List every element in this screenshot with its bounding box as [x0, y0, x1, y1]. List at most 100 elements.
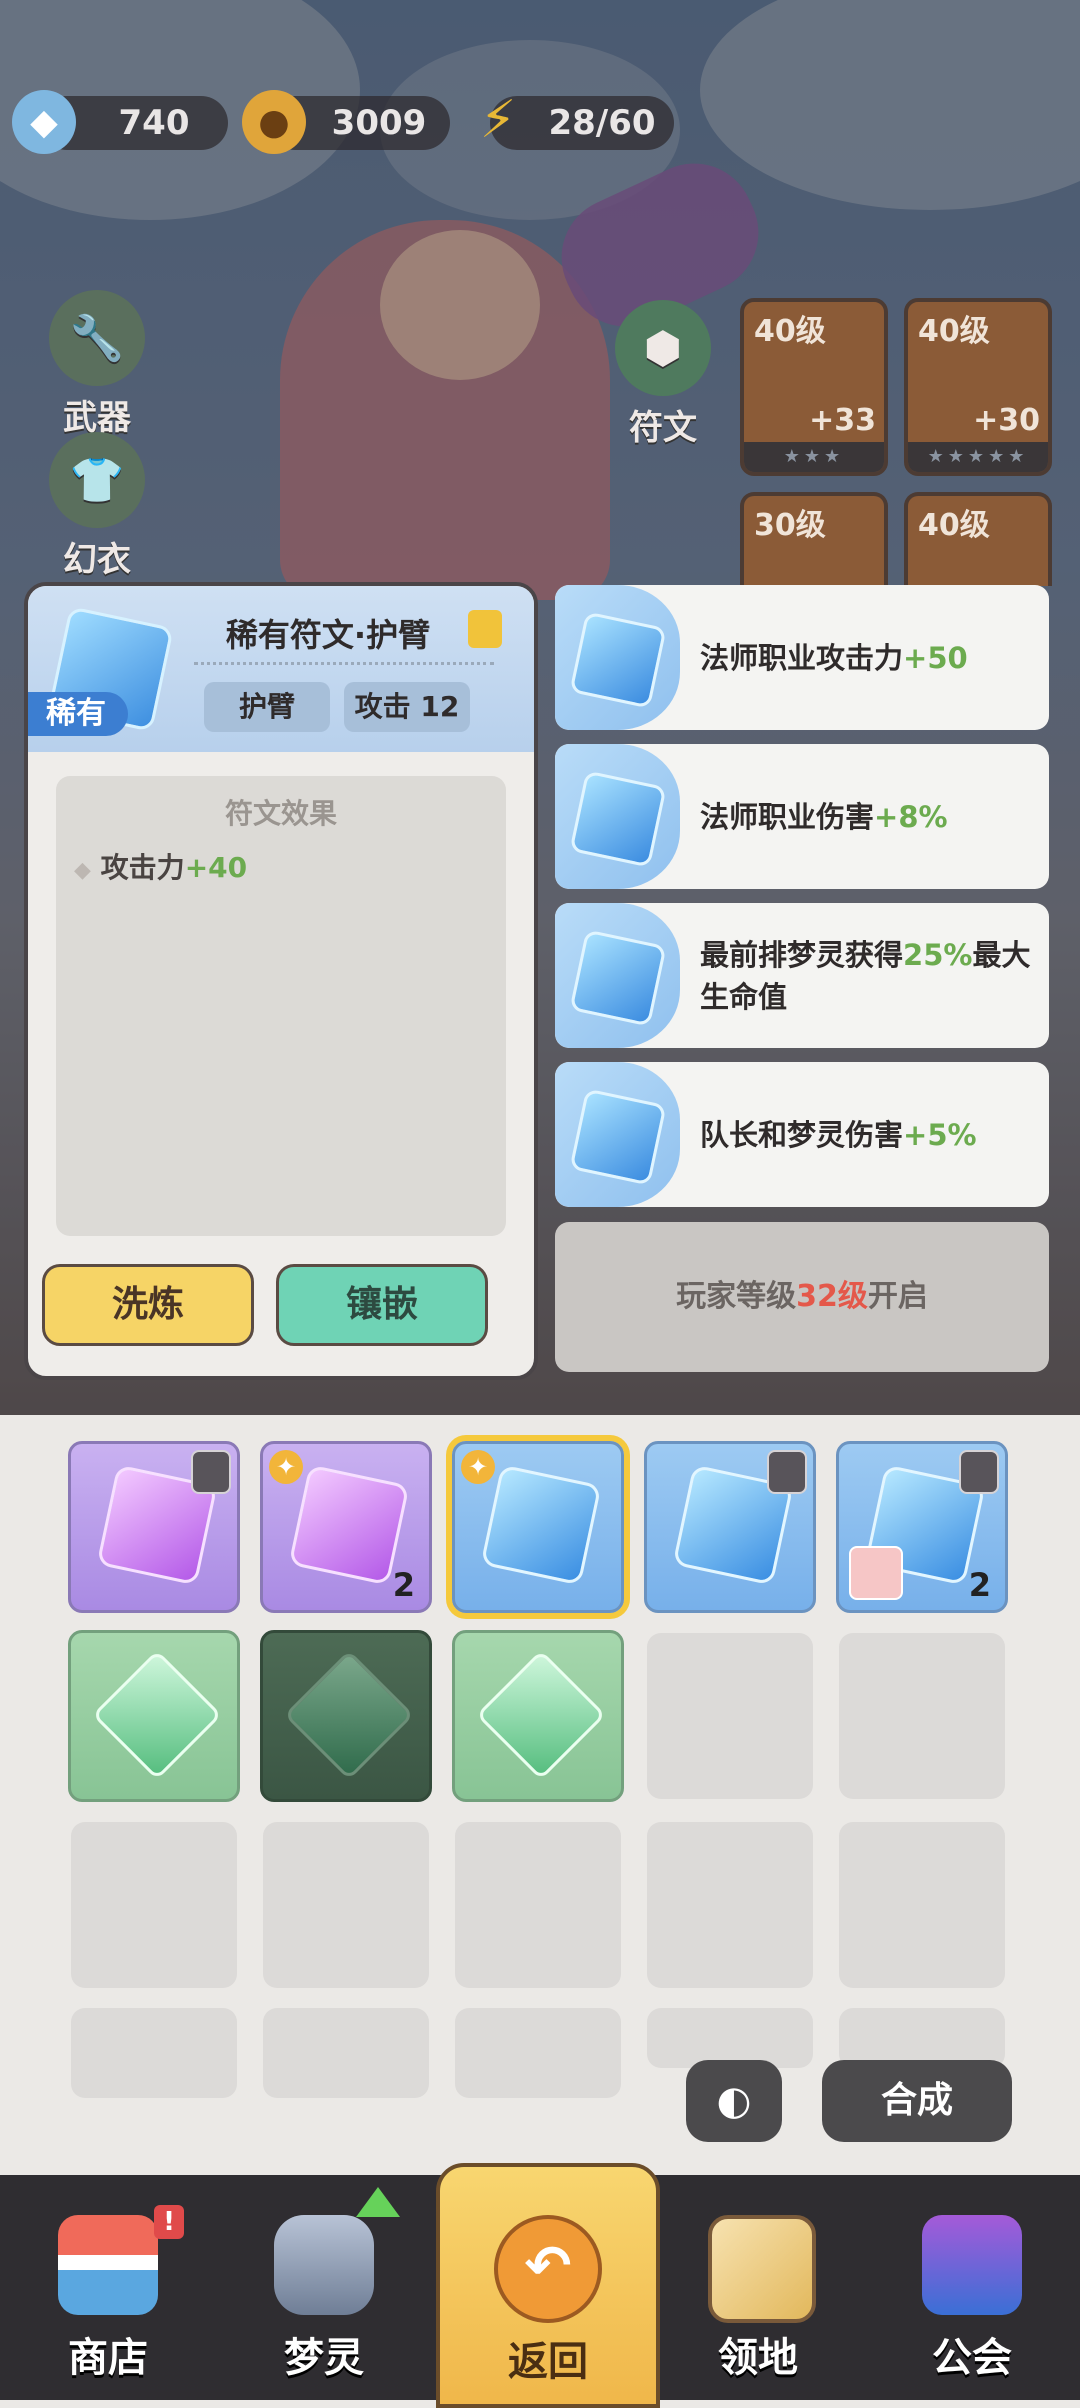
- equipment-level: 40级: [918, 508, 990, 543]
- empty-inventory-slot: [263, 2008, 429, 2098]
- empty-inventory-slot: [71, 1822, 237, 1988]
- inlay-button[interactable]: 镶嵌: [276, 1264, 488, 1346]
- nav-guild[interactable]: 公会: [864, 2175, 1080, 2400]
- upgrade-arrow-icon: [356, 2187, 400, 2217]
- blue-rune-gem-icon: [569, 1088, 667, 1186]
- title-divider: [194, 662, 494, 665]
- empty-inventory-slot: [839, 1822, 1005, 1988]
- empty-inventory-slot: [839, 2008, 1005, 2068]
- merge-button[interactable]: 合成: [822, 2060, 1012, 2142]
- rune-gem-cell: [555, 1062, 680, 1207]
- inventory-rune-slot[interactable]: [452, 1630, 624, 1802]
- lock-icon: [959, 1450, 999, 1494]
- gold-coin-plus-icon[interactable]: ●: [242, 90, 306, 154]
- rarity-tag: 稀有: [28, 692, 128, 736]
- inventory-rune-slot[interactable]: [68, 1630, 240, 1802]
- empty-inventory-slot: [647, 2008, 813, 2068]
- rune-gem-cell: [555, 744, 680, 889]
- rune-effect-row[interactable]: 法师职业攻击力+50: [555, 585, 1049, 730]
- blue-rune-gem-icon: [569, 929, 667, 1027]
- inventory-rune-slot[interactable]: [260, 1630, 432, 1802]
- equipment-level: 40级: [918, 314, 990, 349]
- stack-count: 2: [968, 1566, 991, 1604]
- inventory-rune-slot-selected[interactable]: ✦: [452, 1441, 624, 1613]
- blue-rune-gem-icon: [480, 1464, 602, 1586]
- lock-icon[interactable]: [468, 610, 502, 648]
- rune-effect-row[interactable]: 队长和梦灵伤害+5%: [555, 1062, 1049, 1207]
- inventory-rune-slot[interactable]: [644, 1441, 816, 1613]
- weapon-icon: 🔧: [49, 290, 145, 386]
- blue-rune-gem-icon: [569, 770, 667, 868]
- nav-shop-label: 商店: [68, 2335, 148, 2381]
- nav-back-label: 返回: [508, 2339, 588, 2385]
- empty-inventory-slot: [263, 1822, 429, 1988]
- rune-effect-box: 符文效果 ◆ 攻击力+40: [56, 776, 506, 1236]
- empty-inventory-slot: [839, 1633, 1005, 1799]
- rune-title: 稀有符文·护臂: [225, 616, 431, 654]
- attack-chip: 攻击 12: [344, 682, 470, 732]
- rune-effect-row[interactable]: 法师职业伤害+8%: [555, 744, 1049, 889]
- rune-label: 符文: [629, 408, 697, 448]
- inventory-rune-slot[interactable]: ✦ 2: [260, 1441, 432, 1613]
- inventory-rune-slot[interactable]: 2: [836, 1441, 1008, 1613]
- nav-spirit-label: 梦灵: [284, 2335, 364, 2381]
- rune-icon: ⬢: [615, 300, 711, 396]
- lightning-plus-icon[interactable]: ⚡: [466, 88, 530, 152]
- rune-button[interactable]: ⬢ 符文: [608, 300, 718, 449]
- notification-badge: !: [154, 2205, 184, 2239]
- weapon-button[interactable]: 🔧 武器: [42, 290, 152, 439]
- nav-guild-label: 公会: [932, 2335, 1012, 2381]
- green-rune-gem-icon: [91, 1649, 223, 1781]
- effect-value: +40: [184, 851, 248, 884]
- diamond-icon: ◆: [12, 90, 76, 154]
- equipment-slot[interactable]: 40级: [904, 492, 1052, 586]
- equipment-slot[interactable]: 30级: [740, 492, 888, 586]
- inventory-rune-slot[interactable]: [68, 1441, 240, 1613]
- effect-text: 队长和梦灵伤害+5%: [700, 1117, 977, 1152]
- blue-rune-gem-icon: [569, 611, 667, 709]
- territory-door-icon: [708, 2215, 816, 2323]
- effect-title: 符文效果: [224, 797, 337, 830]
- equipment-level: 40级: [754, 314, 826, 349]
- auto-select-button[interactable]: ◐: [686, 2060, 782, 2142]
- nav-shop[interactable]: ! 商店: [0, 2175, 216, 2400]
- gem-count: 740: [118, 103, 190, 143]
- nav-spirit[interactable]: 梦灵: [216, 2175, 432, 2400]
- empty-inventory-slot: [455, 2008, 621, 2098]
- rune-detail-panel: 稀有 稀有符文·护臂 护臂 攻击 12 符文效果 ◆ 攻击力+40 洗炼 镶嵌: [24, 582, 538, 1380]
- effect-label: 攻击力: [100, 851, 185, 884]
- character-avatar-icon: [849, 1546, 903, 1600]
- equipment-slot[interactable]: 40级 +33 ★★★: [740, 298, 888, 476]
- rune-effect-row[interactable]: 最前排梦灵获得25%最大生命值: [555, 903, 1049, 1048]
- empty-inventory-slot: [647, 1822, 813, 1988]
- lock-icon: [191, 1450, 231, 1494]
- green-rune-gem-icon: [475, 1649, 607, 1781]
- effect-text: 法师职业攻击力+50: [700, 640, 968, 675]
- equipment-enhance: +30: [973, 403, 1040, 438]
- star-badge-icon: ✦: [461, 1450, 495, 1484]
- nav-territory[interactable]: 领地: [650, 2175, 866, 2400]
- star-badge-icon: ✦: [269, 1450, 303, 1484]
- empty-inventory-slot: [71, 2008, 237, 2098]
- spirit-robot-icon: [274, 2215, 374, 2315]
- slot-chip: 护臂: [204, 682, 330, 732]
- purple-rune-gem-icon: [288, 1464, 410, 1586]
- empty-inventory-slot: [455, 1822, 621, 1988]
- refine-button[interactable]: 洗炼: [42, 1264, 254, 1346]
- gold-count: 3009: [331, 103, 427, 143]
- lock-icon: [767, 1450, 807, 1494]
- bird-face-icon: ◐: [716, 2078, 752, 2124]
- shop-stall-icon: [58, 2215, 158, 2315]
- equipment-stars: ★★★: [744, 442, 884, 472]
- equipment-slot[interactable]: 40级 +30 ★★★★★: [904, 298, 1052, 476]
- costume-button[interactable]: 👕 幻衣: [42, 432, 152, 581]
- green-rune-gem-icon: [283, 1649, 415, 1781]
- energy-count: 28/60: [548, 103, 656, 143]
- rune-gem-cell: [555, 903, 680, 1048]
- guild-crown-icon: [922, 2215, 1022, 2315]
- rune-gem-cell: [555, 585, 680, 730]
- equipment-level: 30级: [754, 508, 826, 543]
- nav-back[interactable]: ↶ 返回: [436, 2163, 660, 2408]
- equipment-stars: ★★★★★: [908, 442, 1048, 472]
- empty-inventory-slot: [647, 1633, 813, 1799]
